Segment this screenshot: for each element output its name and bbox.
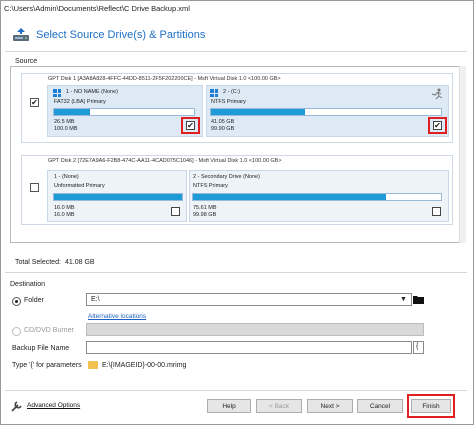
- divider: [5, 51, 467, 52]
- partition-used: 41.05 GB: [211, 119, 235, 125]
- cancel-button[interactable]: Cancel: [357, 399, 403, 413]
- partition-3-checkbox[interactable]: [171, 207, 180, 216]
- divider: [5, 390, 467, 391]
- wrench-icon: [11, 401, 22, 412]
- backup-name-label: Backup File Name: [12, 345, 70, 352]
- chevron-down-icon[interactable]: ▼: [400, 296, 407, 303]
- cd-dvd-label: CD/DVD Burner: [24, 327, 74, 334]
- total-selected-value: 41.08 GB: [65, 259, 95, 266]
- partition-total: 100.0 MB: [54, 126, 78, 132]
- page-heading: Select Source Drive(s) & Partitions: [12, 24, 205, 46]
- disk-1-checkbox[interactable]: ✔: [30, 98, 39, 107]
- partition-4-checkbox[interactable]: [432, 207, 441, 216]
- folder-label: Folder: [24, 297, 44, 304]
- partition-total: 16.0 MB: [54, 212, 75, 218]
- folder-radio[interactable]: [12, 297, 21, 306]
- partition-usage-bar: [210, 108, 442, 116]
- params-value: E:\{IMAGEID}-00-00.mrimg: [102, 362, 187, 369]
- folder-path-input[interactable]: E:\: [86, 293, 412, 306]
- folder-browse-icon[interactable]: [413, 295, 424, 304]
- help-button[interactable]: Help: [207, 399, 251, 413]
- parameters-button[interactable]: {: [413, 341, 424, 354]
- folder-icon: [88, 361, 98, 369]
- partition-2-checkbox[interactable]: ✔: [433, 121, 442, 130]
- partition-usage-bar: [53, 193, 183, 201]
- back-button[interactable]: < Back: [256, 399, 302, 413]
- window-title: C:\Users\Admin\Documents\Reflect\C Drive…: [4, 4, 190, 13]
- drive-backup-icon: [13, 28, 29, 41]
- partition-fs: FAT32 (LBA) Primary: [54, 99, 106, 105]
- partition-used: 16.0 MB: [54, 205, 75, 211]
- partition-1-checkbox[interactable]: ✔: [186, 121, 195, 130]
- cd-dvd-radio[interactable]: [12, 327, 21, 336]
- disk-2-header: GPT Disk 2 [72E7A9A6-F2B8-474C-AA11-4CAD…: [48, 158, 282, 164]
- cd-dvd-select[interactable]: [86, 323, 424, 336]
- windows-icon: [53, 89, 61, 97]
- running-figure-icon: [431, 88, 443, 100]
- destination-label: Destination: [10, 281, 46, 288]
- windows-icon: [210, 89, 218, 97]
- partition-name: 2 - (C:): [223, 89, 241, 95]
- source-scrollbar[interactable]: [459, 66, 466, 243]
- source-label: Source: [15, 58, 38, 65]
- partition-usage-bar: [192, 193, 442, 201]
- params-label: Type '{' for parameters: [12, 362, 82, 369]
- divider: [5, 272, 467, 273]
- disk-2-checkbox[interactable]: [30, 183, 39, 192]
- partition-used: 26.5 MB: [54, 119, 75, 125]
- partition-used: 75.61 MB: [193, 205, 217, 211]
- partition-name: 1 - NO NAME (None): [66, 89, 118, 95]
- page-title: Select Source Drive(s) & Partitions: [36, 29, 206, 41]
- partition-fs: Unformatted Primary: [54, 183, 105, 189]
- partition-usage-bar: [53, 108, 195, 116]
- partition-total: 99.98 GB: [193, 212, 217, 218]
- partition-fs: NTFS Primary: [193, 183, 228, 189]
- partition-name: 2 - Secondary Drive (None): [193, 174, 260, 180]
- backup-name-input[interactable]: [86, 341, 412, 354]
- total-selected-label: Total Selected:: [15, 259, 61, 266]
- partition-fs: NTFS Primary: [211, 99, 246, 105]
- next-button[interactable]: Next >: [307, 399, 353, 413]
- alternative-locations-link[interactable]: Alternative locations: [88, 313, 146, 320]
- advanced-options-link[interactable]: Advanced Options: [27, 402, 80, 409]
- partition-total: 99.90 GB: [211, 126, 235, 132]
- finish-button[interactable]: Finish: [411, 399, 451, 413]
- partition-name: 1 - (None): [54, 174, 79, 180]
- disk-1-header: GPT Disk 1 [A3A8A828-4FFC-44DD-8511-2F5F…: [48, 76, 281, 82]
